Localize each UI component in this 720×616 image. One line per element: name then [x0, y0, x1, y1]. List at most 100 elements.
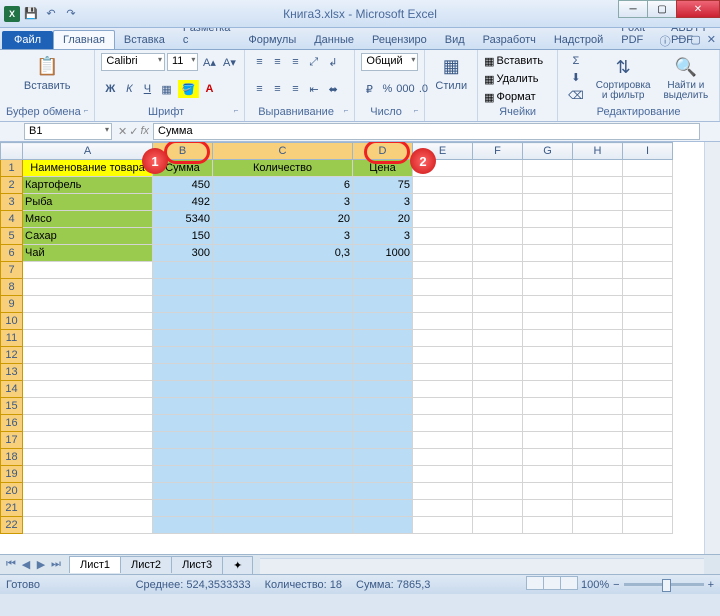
cell-G13[interactable]: [523, 364, 573, 381]
cell-C10[interactable]: [213, 313, 353, 330]
cell-G5[interactable]: [523, 228, 573, 245]
zoom-out-button[interactable]: −: [613, 579, 619, 591]
cell-D20[interactable]: [353, 483, 413, 500]
cell-D16[interactable]: [353, 415, 413, 432]
new-sheet-button[interactable]: ✦: [222, 556, 253, 574]
cell-C12[interactable]: [213, 347, 353, 364]
cell-E6[interactable]: [413, 245, 473, 262]
tab-insert[interactable]: Вставка: [115, 31, 174, 49]
cell-A16[interactable]: [23, 415, 153, 432]
clear-icon[interactable]: ⌫: [564, 87, 588, 104]
fx-icon[interactable]: fx: [140, 125, 149, 138]
cell-D3[interactable]: 3: [353, 194, 413, 211]
cell-D2[interactable]: 75: [353, 177, 413, 194]
cell-D9[interactable]: [353, 296, 413, 313]
cell-F12[interactable]: [473, 347, 523, 364]
row-header-18[interactable]: 18: [1, 449, 23, 466]
vertical-scrollbar[interactable]: [704, 142, 720, 554]
cell-A3[interactable]: Рыба: [23, 194, 153, 211]
sort-filter-button[interactable]: ⇅Сортировка и фильтр: [592, 52, 655, 104]
row-header-13[interactable]: 13: [1, 364, 23, 381]
cell-B14[interactable]: [153, 381, 213, 398]
format-cells-button[interactable]: ▦ Формат: [484, 88, 551, 106]
view-buttons[interactable]: [526, 576, 577, 593]
cell-D10[interactable]: [353, 313, 413, 330]
fill-icon[interactable]: ⬇: [564, 69, 588, 86]
cell-I10[interactable]: [623, 313, 673, 330]
font-color-button[interactable]: A: [201, 80, 217, 98]
cell-G1[interactable]: [523, 160, 573, 177]
cell-A19[interactable]: [23, 466, 153, 483]
col-header-A[interactable]: A: [23, 143, 153, 160]
row-header-3[interactable]: 3: [1, 194, 23, 211]
row-header-20[interactable]: 20: [1, 483, 23, 500]
cell-H7[interactable]: [573, 262, 623, 279]
cell-F19[interactable]: [473, 466, 523, 483]
number-format-combo[interactable]: Общий: [361, 53, 418, 71]
cell-C15[interactable]: [213, 398, 353, 415]
row-header-21[interactable]: 21: [1, 500, 23, 517]
row-header-10[interactable]: 10: [1, 313, 23, 330]
tab-addins[interactable]: Надстрой: [545, 31, 612, 49]
underline-button[interactable]: Ч: [139, 80, 155, 98]
cell-A4[interactable]: Мясо: [23, 211, 153, 228]
cell-D7[interactable]: [353, 262, 413, 279]
cell-A2[interactable]: Картофель: [23, 177, 153, 194]
cell-I5[interactable]: [623, 228, 673, 245]
sheet-tab-2[interactable]: Лист2: [120, 556, 172, 573]
cell-G16[interactable]: [523, 415, 573, 432]
cell-I13[interactable]: [623, 364, 673, 381]
styles-button[interactable]: ▦ Стили: [431, 52, 471, 94]
cell-F7[interactable]: [473, 262, 523, 279]
cell-H8[interactable]: [573, 279, 623, 296]
cell-A10[interactable]: [23, 313, 153, 330]
nav-prev-icon[interactable]: ◀: [19, 558, 33, 571]
align-right-icon[interactable]: ≡: [287, 80, 303, 98]
cell-E15[interactable]: [413, 398, 473, 415]
select-all-corner[interactable]: [1, 143, 23, 160]
cell-B21[interactable]: [153, 500, 213, 517]
cell-G2[interactable]: [523, 177, 573, 194]
cell-H20[interactable]: [573, 483, 623, 500]
cell-B15[interactable]: [153, 398, 213, 415]
cell-C8[interactable]: [213, 279, 353, 296]
formula-input[interactable]: Сумма: [153, 123, 700, 140]
cell-G4[interactable]: [523, 211, 573, 228]
align-bot-icon[interactable]: ≡: [287, 53, 303, 71]
cell-B13[interactable]: [153, 364, 213, 381]
wrap-text-icon[interactable]: ↲: [324, 53, 341, 71]
cell-B5[interactable]: 150: [153, 228, 213, 245]
cell-A1[interactable]: Наименование товара: [23, 160, 153, 177]
cell-A13[interactable]: [23, 364, 153, 381]
align-center-icon[interactable]: ≡: [269, 80, 285, 98]
bold-button[interactable]: Ж: [101, 80, 119, 98]
cell-C11[interactable]: [213, 330, 353, 347]
cell-B20[interactable]: [153, 483, 213, 500]
cell-G21[interactable]: [523, 500, 573, 517]
zoom-in-button[interactable]: +: [708, 579, 714, 591]
cell-I8[interactable]: [623, 279, 673, 296]
sheet-tab-3[interactable]: Лист3: [171, 556, 223, 573]
cell-I2[interactable]: [623, 177, 673, 194]
sheet-tab-1[interactable]: Лист1: [69, 556, 121, 573]
cell-G9[interactable]: [523, 296, 573, 313]
cell-D18[interactable]: [353, 449, 413, 466]
cell-B8[interactable]: [153, 279, 213, 296]
cell-E18[interactable]: [413, 449, 473, 466]
cell-F13[interactable]: [473, 364, 523, 381]
cell-H15[interactable]: [573, 398, 623, 415]
cell-C7[interactable]: [213, 262, 353, 279]
cell-D12[interactable]: [353, 347, 413, 364]
cell-E7[interactable]: [413, 262, 473, 279]
cell-B12[interactable]: [153, 347, 213, 364]
cell-A9[interactable]: [23, 296, 153, 313]
row-header-16[interactable]: 16: [1, 415, 23, 432]
cell-E17[interactable]: [413, 432, 473, 449]
insert-cells-button[interactable]: ▦ Вставить: [484, 52, 551, 70]
cell-F4[interactable]: [473, 211, 523, 228]
cell-E4[interactable]: [413, 211, 473, 228]
cell-G11[interactable]: [523, 330, 573, 347]
cell-C3[interactable]: 3: [213, 194, 353, 211]
cell-F21[interactable]: [473, 500, 523, 517]
cell-F8[interactable]: [473, 279, 523, 296]
